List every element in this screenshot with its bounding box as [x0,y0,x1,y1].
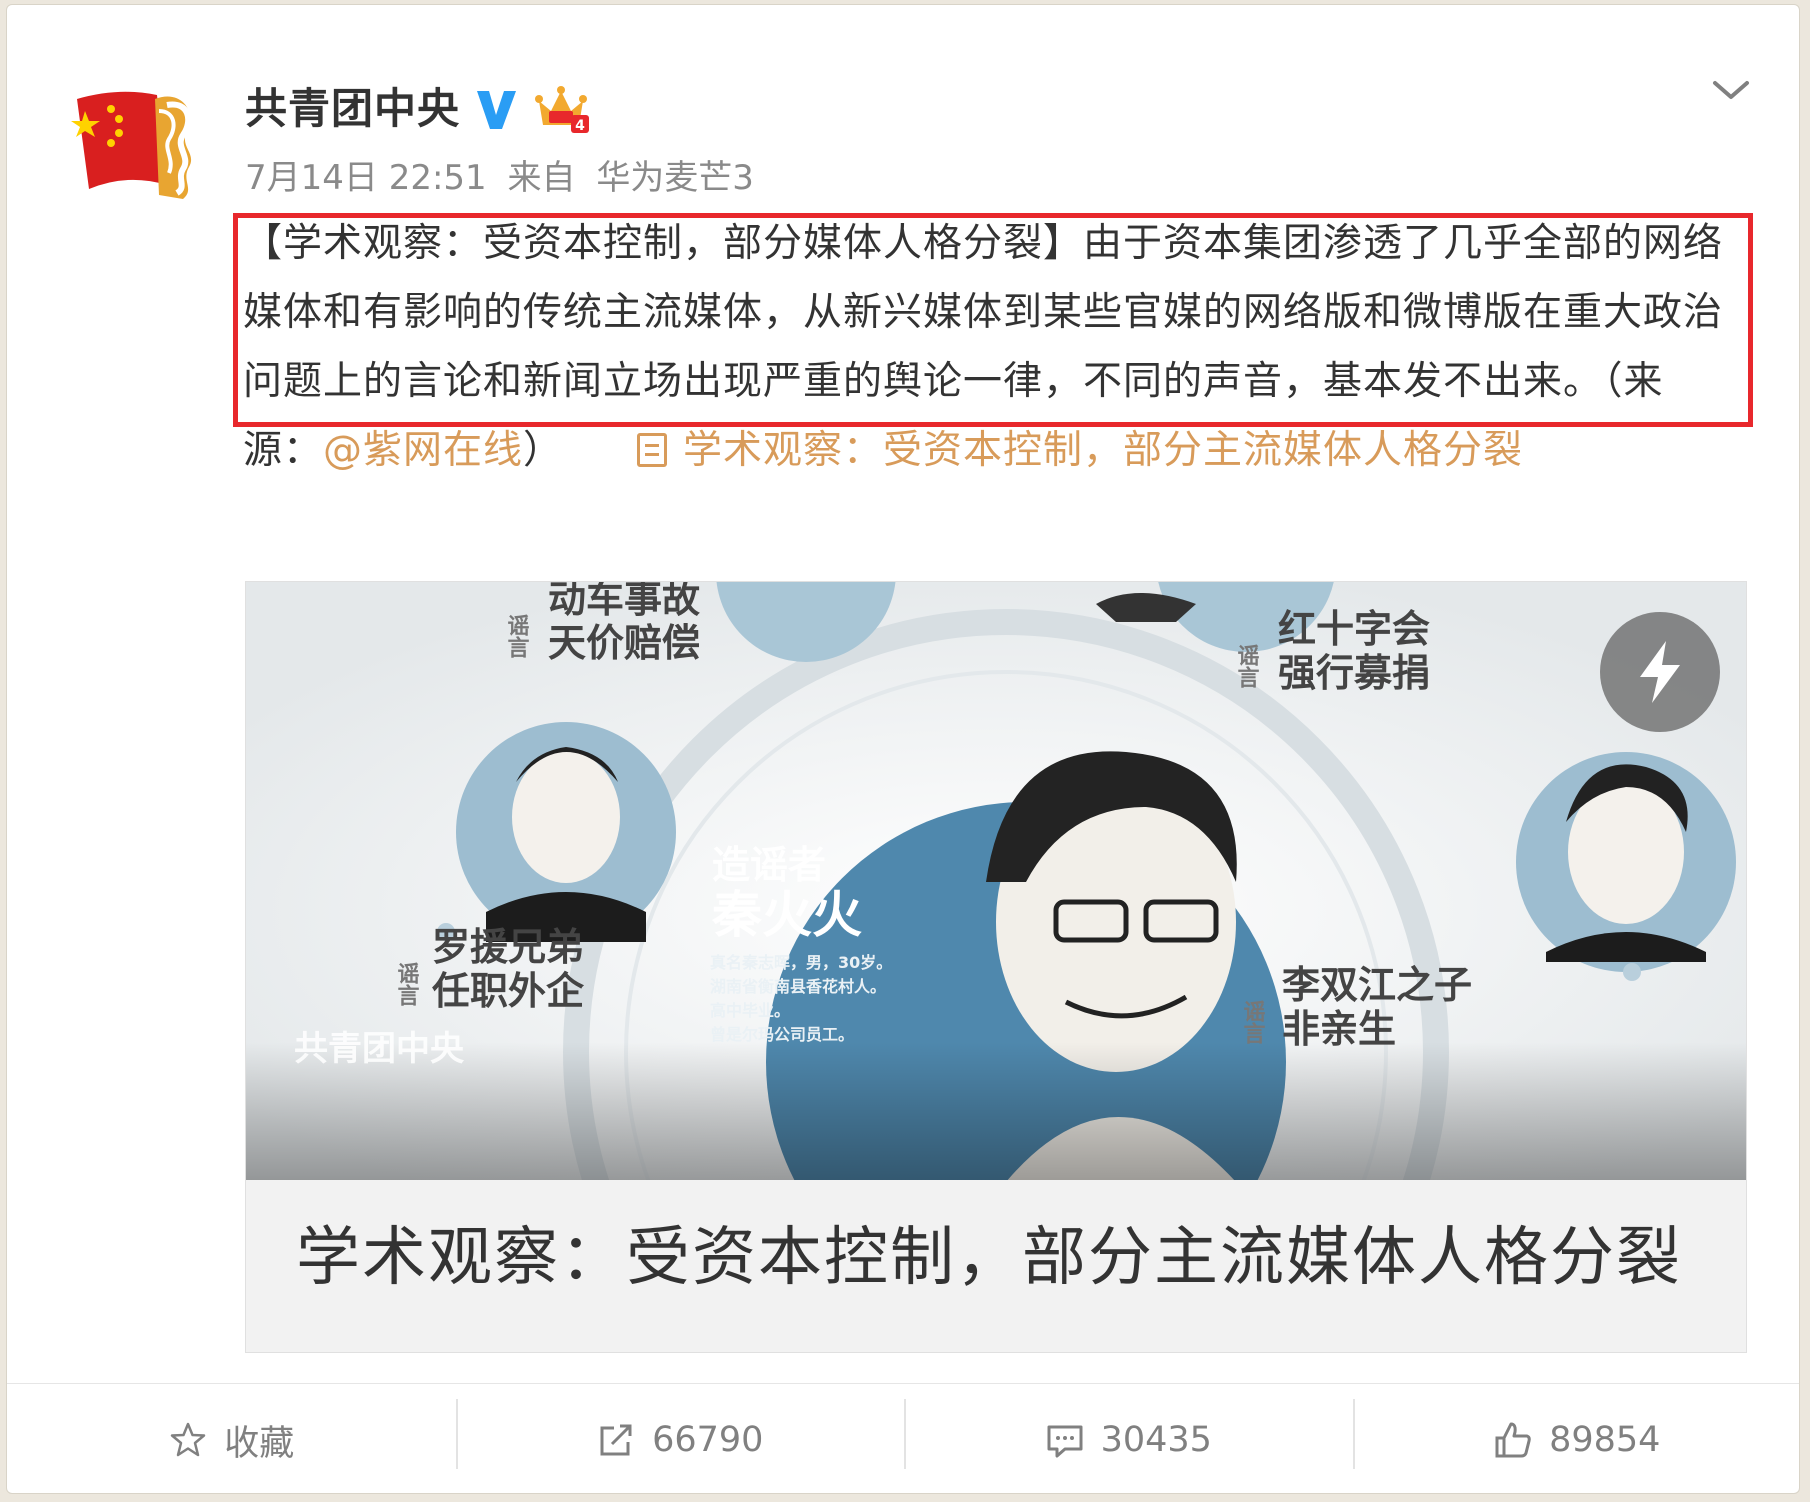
weibo-post-card: 共青团中央 4 7月14日 22:51 来自 华为麦芒3 【学术观察：受资本控制… [6,4,1800,1494]
verified-v-icon[interactable] [473,87,519,131]
label-rumor-ml: 谣言 [394,962,420,1006]
article-link[interactable]: 学术观察：受资本控制，部分主流媒体人格分裂 [683,428,1523,473]
label-top-left-1: 动车事故 [548,582,700,621]
center-info-1: 真名秦志晖，男，30岁。 [710,953,892,972]
article-preview-card[interactable]: 谣言 动车事故 天价赔偿 谣言 红十字会 强行募捐 谣言 罗援兄弟 任职外企 谣… [245,581,1747,1353]
article-icon [637,433,668,467]
repost-count: 66790 [652,1420,764,1460]
mention-link[interactable]: @紫网在线 [323,428,523,473]
center-info-4: 曾是尔玛公司员工。 [710,1025,854,1044]
article-preview-title[interactable]: 学术观察：受资本控制，部分主流媒体人格分裂 [296,1218,1682,1298]
label-mid-left-1: 罗援兄弟 [432,925,584,969]
from-label: 来自 [507,158,576,198]
label-rumor-tr: 谣言 [1234,644,1260,688]
post-source[interactable]: 华为麦芒3 [596,158,754,198]
label-rumor-mr: 谣言 [1240,1000,1266,1044]
favorite-label: 收藏 [224,1423,295,1464]
label-top-left-2: 天价赔偿 [548,621,700,665]
comment-button[interactable]: 30435 [904,1385,1353,1493]
favorite-button[interactable]: 收藏 [7,1385,456,1493]
star-icon [170,1422,206,1457]
post-text-close: ） [523,428,564,473]
post-text: 【学术观察：受资本控制，部分媒体人格分裂】由于资本集团渗透了几乎全部的网络媒体和… [243,209,1723,485]
crown-icon[interactable]: 4 [535,85,591,135]
svg-text:4: 4 [575,118,585,134]
chevron-down-icon[interactable] [1703,71,1759,111]
label-rumor-tl: 谣言 [504,614,530,658]
label-top-right-2: 强行募捐 [1278,651,1430,695]
like-button[interactable]: 89854 [1352,1385,1800,1493]
comment-icon [1047,1425,1083,1458]
center-title-1: 造谣者 [712,843,826,887]
label-mid-left-2: 任职外企 [432,969,585,1013]
comment-count: 30435 [1100,1420,1212,1460]
center-info-3: 高中毕业。 [710,1001,790,1020]
post-meta: 7月14日 22:51 来自 华为麦芒3 [245,155,764,201]
avatar[interactable] [71,81,221,211]
thumbs-up-icon [1495,1422,1531,1458]
article-cover-image[interactable]: 谣言 动车事故 天价赔偿 谣言 红十字会 强行募捐 谣言 罗援兄弟 任职外企 谣… [246,582,1746,1180]
repost-button[interactable]: 66790 [455,1385,905,1493]
image-watermark: 共青团中央 [294,1029,465,1069]
center-info-2: 湖南省衡南县香花村人。 [710,977,886,996]
label-mid-right-1: 李双江之子 [1282,963,1472,1007]
like-count: 89854 [1549,1420,1661,1460]
action-bar: 收藏 66790 30435 89854 [7,1385,1800,1493]
action-bar-divider [7,1383,1799,1384]
username[interactable]: 共青团中央 [245,81,460,137]
flash-icon[interactable] [1600,612,1720,732]
repost-icon [600,1424,632,1456]
center-title-2: 秦火火 [712,886,862,944]
label-top-right-1: 红十字会 [1278,607,1430,651]
post-date[interactable]: 7月14日 22:51 [245,158,487,198]
